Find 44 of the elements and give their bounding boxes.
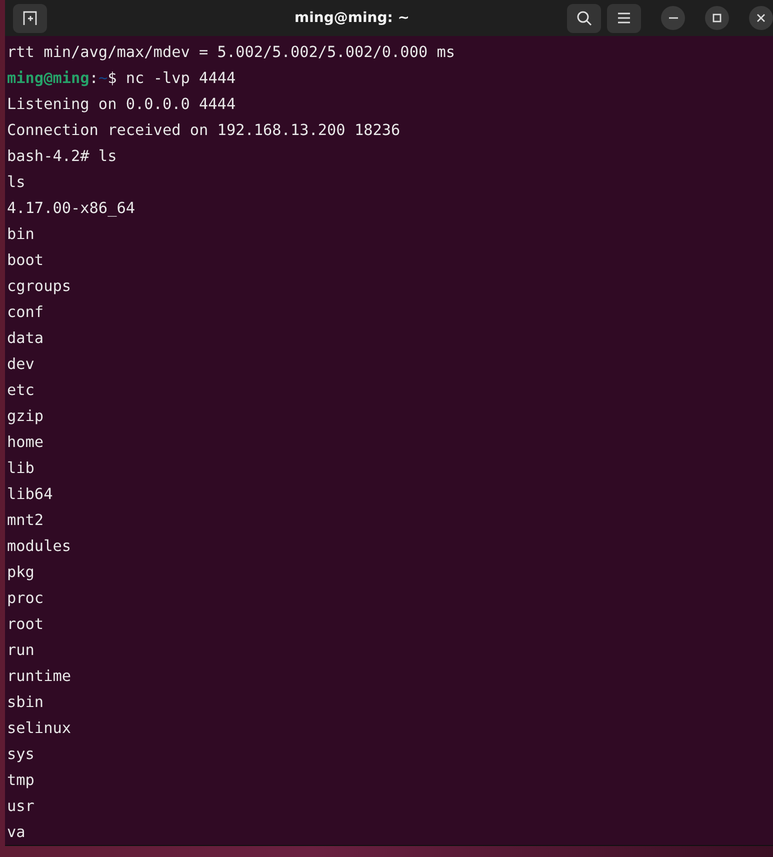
output-line: runtime: [7, 666, 72, 687]
output-line: va: [7, 822, 26, 843]
output-line: proc: [7, 588, 45, 609]
output-line: sbin: [7, 692, 45, 713]
output-line: selinux: [7, 718, 72, 739]
output-line: 4.17.00-x86_64: [7, 198, 136, 219]
output-line: lib: [7, 458, 36, 479]
output-line: modules: [7, 536, 72, 557]
close-button[interactable]: [749, 6, 773, 30]
output-line: data: [7, 328, 45, 349]
output-line: sys: [7, 744, 36, 765]
output-line: boot: [7, 250, 45, 271]
output-line: bin: [7, 224, 36, 245]
minimize-button[interactable]: [661, 6, 685, 30]
output-line: usr: [7, 796, 36, 817]
output-line: Connection received on 192.168.13.200 18236: [7, 120, 402, 141]
output-line: rtt min/avg/max/mdev = 5.002/5.002/5.002/0.000 ms: [7, 42, 456, 63]
output-line: gzip: [7, 406, 45, 427]
output-line: Listening on 0.0.0.0 4444: [7, 94, 237, 115]
output-line: conf: [7, 302, 45, 323]
output-line: lib64: [7, 484, 54, 505]
output-line: etc: [7, 380, 36, 401]
output-line: mnt2: [7, 510, 45, 531]
output-line: cgroups: [7, 276, 72, 297]
search-icon: [576, 10, 592, 26]
search-button[interactable]: [567, 4, 601, 32]
output-line: tmp: [7, 770, 36, 791]
new-tab-button[interactable]: [13, 4, 47, 32]
output-line: pkg: [7, 562, 36, 583]
menu-icon: [617, 12, 631, 24]
new-tab-icon: [22, 10, 38, 26]
window-title: ming@ming: ~: [294, 10, 410, 26]
output-line: bash-4.2# ls: [7, 146, 118, 167]
close-icon: [756, 13, 766, 23]
menu-button[interactable]: [607, 4, 641, 32]
output-line: home: [7, 432, 45, 453]
maximize-button[interactable]: [705, 6, 729, 30]
output-line: root: [7, 614, 45, 635]
prompt-line: ming@ming:~$ nc -lvp 4444: [7, 68, 237, 89]
maximize-icon: [712, 13, 722, 23]
output-line: ls: [7, 172, 26, 193]
minimize-icon: [668, 17, 678, 19]
output-line: dev: [7, 354, 36, 375]
output-line: run: [7, 640, 36, 661]
